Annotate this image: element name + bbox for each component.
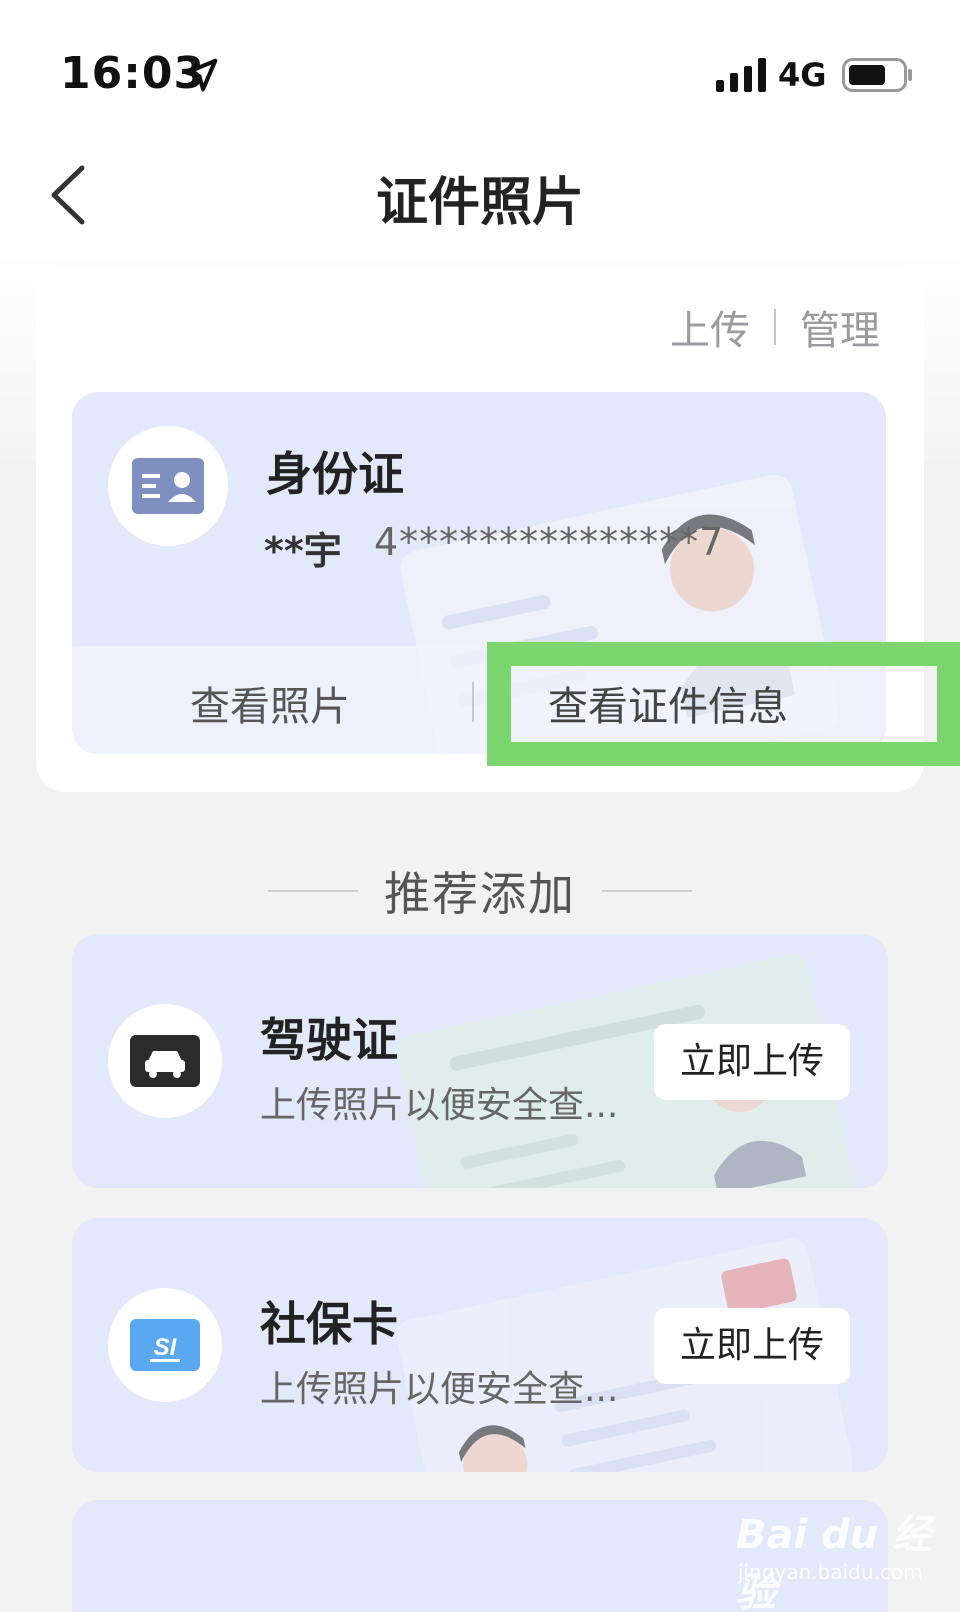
battery-icon: [842, 58, 912, 92]
social-security-icon: SI: [130, 1319, 200, 1371]
card-actions: 上传 管理: [670, 298, 880, 356]
divider: [268, 890, 358, 892]
section-title: 推荐添加: [384, 867, 576, 921]
recommend-card-driver-license[interactable]: 驾驶证 上传照片以便安全查... 立即上传: [72, 934, 888, 1188]
driver-license-subtitle: 上传照片以便安全查...: [260, 1085, 619, 1126]
recommend-card-social-security[interactable]: SI 社保卡 上传照片以便安全查... 立即上传: [72, 1218, 888, 1472]
view-photo-button[interactable]: 查看照片: [190, 674, 350, 732]
upload-link[interactable]: 上传: [670, 298, 750, 356]
social-security-title: 社保卡: [260, 1297, 398, 1351]
watermark-logo-text: Bai du 经验: [736, 1512, 933, 1612]
svg-text:SI: SI: [154, 1334, 178, 1361]
id-card-icon: [132, 458, 204, 514]
social-security-icon-badge: SI: [108, 1288, 222, 1402]
manage-link[interactable]: 管理: [800, 298, 880, 356]
section-header: 推荐添加: [0, 858, 960, 924]
upload-now-button[interactable]: 立即上传: [654, 1308, 850, 1384]
location-arrow-icon: [184, 58, 218, 92]
id-card-number: 4***************7: [374, 520, 725, 564]
highlight-box: [487, 642, 960, 766]
id-card-title: 身份证: [266, 447, 404, 501]
divider: [602, 890, 692, 892]
divider: [472, 682, 474, 722]
social-security-subtitle: 上传照片以便安全查...: [260, 1369, 619, 1410]
driver-license-title: 驾驶证: [260, 1013, 398, 1067]
driver-license-icon-badge: [108, 1004, 222, 1118]
divider: [774, 309, 776, 345]
id-card-holder-name: **宇: [264, 529, 342, 573]
upload-now-button[interactable]: 立即上传: [654, 1024, 850, 1100]
watermark-url: jingyan.baidu.com: [738, 1560, 923, 1584]
baidu-jingyan-watermark: Bai du 经验 jingyan.baidu.com: [736, 1502, 936, 1612]
signal-icon: [716, 58, 766, 92]
id-card-icon-badge: [108, 426, 228, 546]
car-icon: [130, 1035, 200, 1087]
network-label: 4G: [778, 56, 827, 94]
page-title: 证件照片: [375, 173, 584, 233]
status-bar: 16:03 4G: [0, 0, 960, 150]
